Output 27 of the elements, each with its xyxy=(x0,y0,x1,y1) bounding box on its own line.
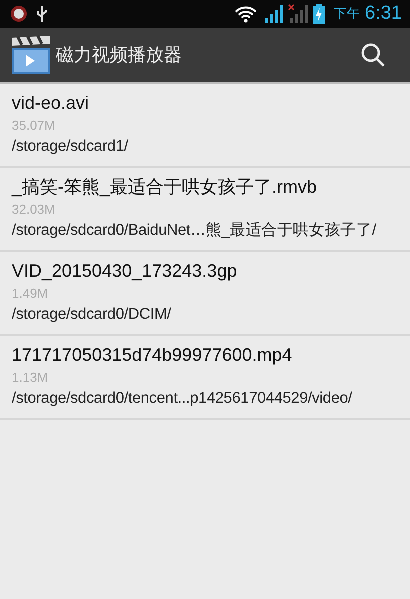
file-size: 1.49M xyxy=(12,285,50,303)
file-size: 35.07M xyxy=(12,117,56,135)
clock-time: 6:31 xyxy=(365,3,402,25)
clapperboard-icon xyxy=(10,34,52,76)
battery-icon xyxy=(313,4,326,24)
signal-icon xyxy=(263,4,284,24)
alarm-icon xyxy=(8,5,30,23)
search-icon[interactable] xyxy=(360,42,386,68)
file-name: vid-eo.avi xyxy=(12,92,90,115)
file-path: /storage/sdcard0/BaiduNet…熊_最适合于哄女孩子了/ xyxy=(12,221,378,241)
file-list-item[interactable]: _搞笑-笨熊_最适合于哄女孩子了.rmvb 32.03M /storage/sdcard0/BaiduNet…熊_最适合于哄女孩子了/ xyxy=(0,168,410,252)
app-title: 磁力视频播放器 xyxy=(56,44,182,67)
time-period: 下午 xyxy=(334,6,360,23)
file-path: /storage/sdcard1/ xyxy=(12,137,130,157)
file-path: /storage/sdcard0/tencent...p1425617044529/video/ xyxy=(12,389,354,409)
file-name: 171717050315d74b99977600.mp4 xyxy=(12,344,294,367)
file-path: /storage/sdcard0/DCIM/ xyxy=(12,305,172,325)
file-size: 32.03M xyxy=(12,201,56,219)
file-list-item[interactable]: vid-eo.avi 35.07M /storage/sdcard1/ xyxy=(0,84,410,168)
file-name: VID_20150430_173243.3gp xyxy=(12,260,238,283)
file-list-item[interactable]: 171717050315d74b99977600.mp4 1.13M /storage/sdcard0/tencent...p1425617044529/video/ xyxy=(0,336,410,420)
file-name: _搞笑-笨熊_最适合于哄女孩子了.rmvb xyxy=(12,176,318,199)
file-size: 1.13M xyxy=(12,369,50,387)
usb-icon xyxy=(35,5,49,23)
file-list-item[interactable]: VID_20150430_173243.3gp 1.49M /storage/sdcard0/DCIM/ xyxy=(0,252,410,336)
wifi-icon xyxy=(234,5,258,23)
signal-icon xyxy=(288,4,308,24)
